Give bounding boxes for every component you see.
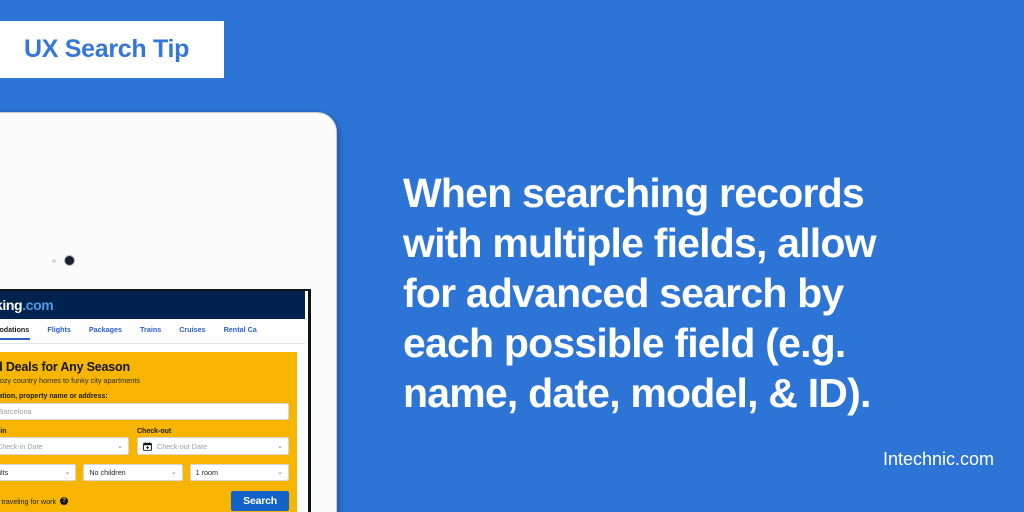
ux-search-tip-badge: UX Search Tip xyxy=(0,21,224,78)
chevron-down-icon: ⌄ xyxy=(277,442,283,450)
booking-nav-tabs: Accommodations Flights Packages Trains C… xyxy=(0,319,305,344)
destination-placeholder: e.g. Barcelona xyxy=(0,406,32,416)
calendar-icon xyxy=(143,441,152,451)
booking-header: Booking.com xyxy=(0,291,305,319)
chevron-down-icon: ⌄ xyxy=(277,469,283,476)
tab-rental-cars[interactable]: Rental Ca xyxy=(224,319,257,340)
tab-flights[interactable]: Flights xyxy=(47,319,71,340)
deal-panel-title: Find Deals for Any Season xyxy=(0,360,130,374)
checkin-placeholder: Check-in Date xyxy=(0,441,43,451)
checkout-group: Check-out Check-out Date ⌄ xyxy=(137,420,289,455)
checkout-placeholder: Check-out Date xyxy=(157,441,207,451)
business-travel-row: I'm traveling for work ? Search xyxy=(0,491,289,511)
checkin-group: Check-in xyxy=(0,420,129,455)
business-travel-label: I'm traveling for work xyxy=(0,496,57,506)
children-select[interactable]: No children ⌄ xyxy=(83,464,183,481)
tablet-device: Booking.com Accommodations Flights Packa… xyxy=(0,112,337,512)
headline: When searching records with multiple fie… xyxy=(403,168,963,418)
tab-cruises[interactable]: Cruises xyxy=(179,319,205,340)
tab-label: Packages xyxy=(88,325,123,334)
chevron-down-icon: ⌄ xyxy=(117,442,123,450)
headline-line: with multiple fields, allow xyxy=(403,220,877,267)
booking-logo-suffix: .com xyxy=(22,297,54,313)
destination-label: Destination, property name or address: xyxy=(0,393,108,400)
adults-value: 2 adults xyxy=(0,468,9,477)
deal-panel-subtitle: From cozy country homes to funky city ap… xyxy=(0,376,141,385)
chevron-down-icon: ⌄ xyxy=(170,469,177,476)
tablet-bezel: Booking.com Accommodations Flights Packa… xyxy=(0,113,336,512)
poster-canvas: UX Search Tip Booking.com Accommodations xyxy=(0,0,1024,512)
checkin-input[interactable]: Check-in Date ⌄ xyxy=(0,437,129,455)
help-icon[interactable]: ? xyxy=(60,497,69,505)
attribution: Intechnic.com xyxy=(882,449,994,469)
headline-line: When searching records xyxy=(403,170,865,216)
destination-input[interactable]: e.g. Barcelona xyxy=(0,402,289,420)
headline-line: name, date, model, & ID). xyxy=(403,370,871,417)
tab-label: Flights xyxy=(47,325,71,334)
headline-line: for advanced search by xyxy=(403,270,844,317)
light-sensor-icon xyxy=(52,259,56,263)
tab-label: Trains xyxy=(140,325,162,334)
children-value: No children xyxy=(89,468,126,477)
occupancy-row: 2 adults ⌄ No children ⌄ 1 room ⌄ xyxy=(0,464,289,481)
tab-trains[interactable]: Trains xyxy=(140,319,161,340)
badge-label: UX Search Tip xyxy=(24,35,190,63)
booking-page: Booking.com Accommodations Flights Packa… xyxy=(0,291,305,512)
headline-line: each possible field (e.g. xyxy=(403,320,846,367)
deal-search-panel: Find Deals for Any Season From cozy coun… xyxy=(0,352,297,512)
tab-accommodations[interactable]: Accommodations xyxy=(0,319,31,340)
adults-select[interactable]: 2 adults ⌄ xyxy=(0,464,77,481)
search-button[interactable]: Search xyxy=(231,491,289,511)
tab-label: Accommodations xyxy=(0,325,30,334)
chevron-down-icon: ⌄ xyxy=(64,469,71,476)
checkin-label: Check-in xyxy=(0,427,7,435)
camera-dot-icon xyxy=(65,256,74,265)
booking-logo-brand: Booking xyxy=(0,297,23,313)
tab-label: Cruises xyxy=(179,325,206,334)
tab-label: Rental Ca xyxy=(223,325,257,334)
checkout-label: Check-out xyxy=(137,427,172,435)
tablet-screen: Booking.com Accommodations Flights Packa… xyxy=(0,289,311,512)
booking-logo[interactable]: Booking.com xyxy=(0,297,54,313)
rooms-select[interactable]: 1 room ⌄ xyxy=(189,464,289,481)
checkout-input[interactable]: Check-out Date ⌄ xyxy=(137,437,289,455)
rooms-value: 1 room xyxy=(195,468,219,477)
tab-packages[interactable]: Packages xyxy=(89,319,122,340)
